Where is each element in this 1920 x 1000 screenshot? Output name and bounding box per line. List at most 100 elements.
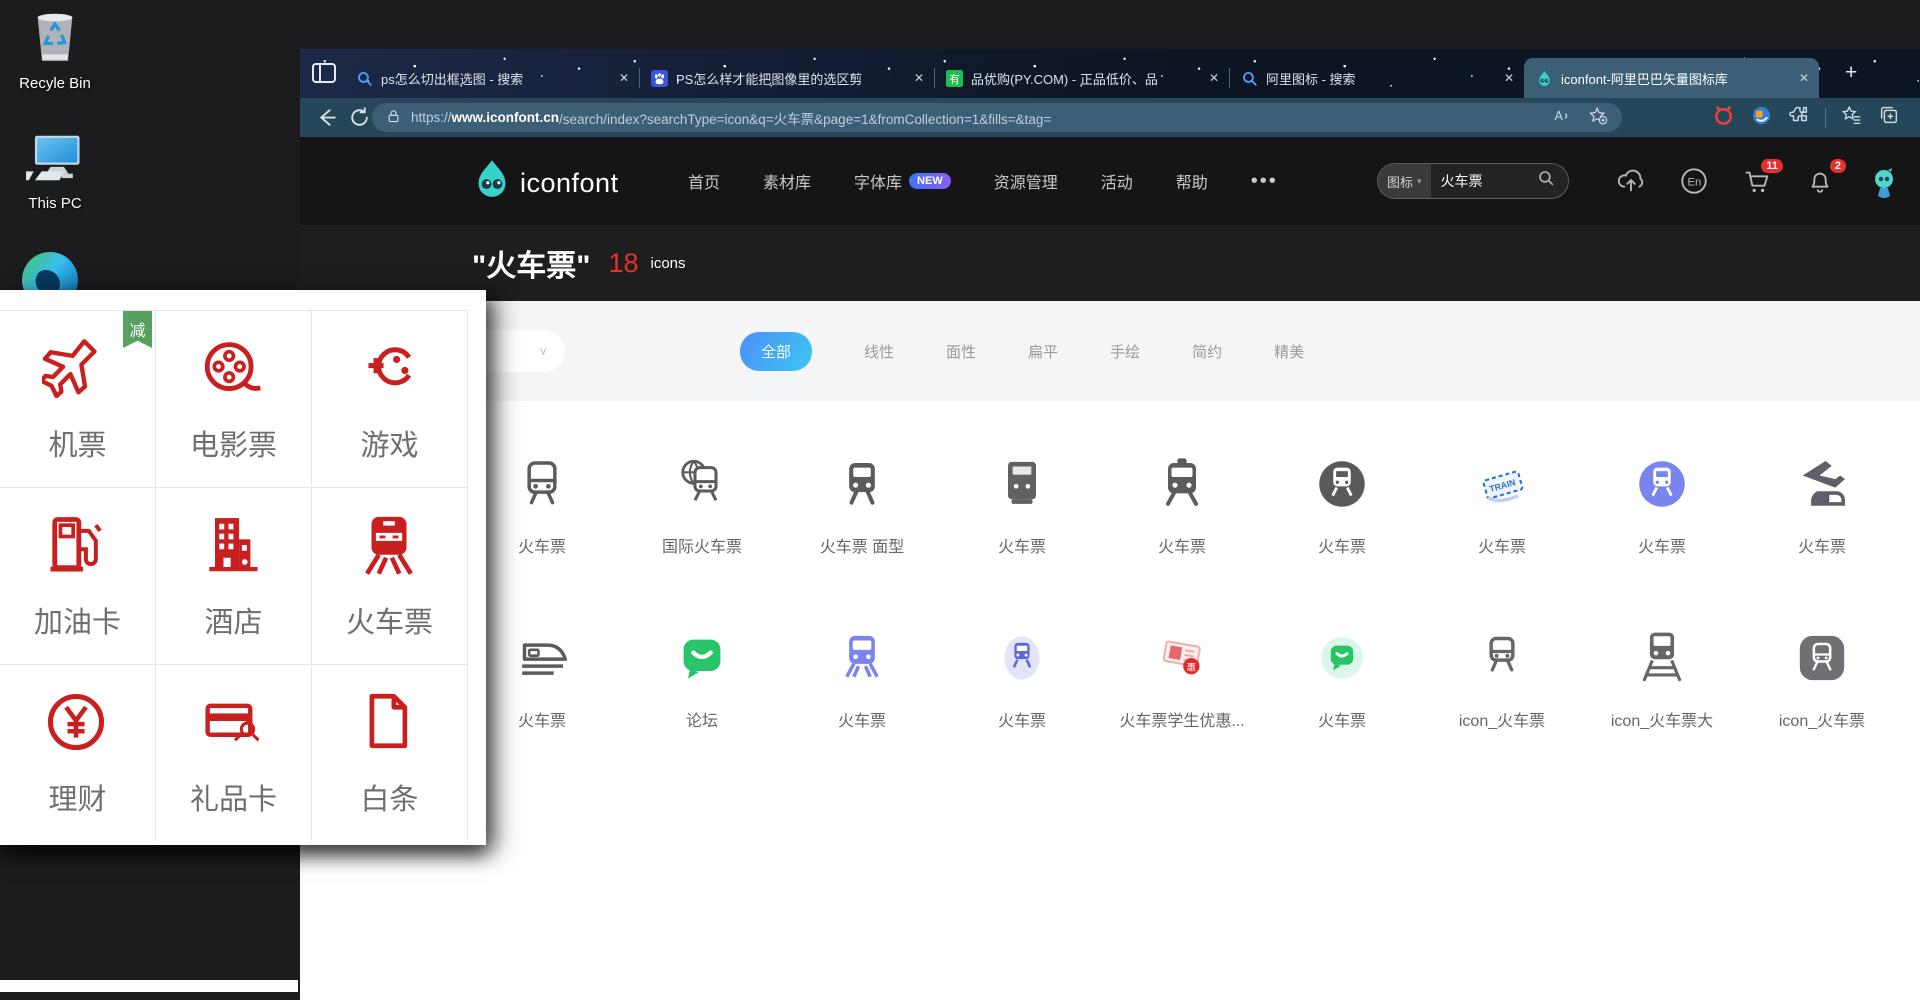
tab-close-icon[interactable]: ✕ (914, 71, 924, 85)
overlay-cell-4[interactable]: 酒店 (156, 487, 312, 664)
overlay-cell-7[interactable]: 礼品卡 (156, 664, 312, 841)
back-icon[interactable] (314, 105, 339, 130)
nav-item-2[interactable]: 字体库NEW (854, 169, 951, 193)
search-category-dropdown[interactable]: 图标 ▾ (1378, 164, 1431, 198)
refresh-icon[interactable] (347, 105, 372, 130)
language-icon[interactable]: En (1679, 166, 1709, 196)
svg-text:En: En (1687, 177, 1701, 189)
tab-close-icon[interactable]: ✕ (1209, 71, 1219, 85)
overlay-cell-5[interactable]: 火车票 (312, 487, 468, 664)
favorites-bar-icon[interactable] (1841, 104, 1863, 131)
icon-result[interactable]: TRAIN火车票 (1422, 409, 1582, 583)
overlay-cell-1[interactable]: 电影票 (156, 310, 312, 487)
nav-item-3[interactable]: 资源管理 (994, 169, 1058, 193)
style-filter-2[interactable]: 面性 (946, 341, 976, 362)
logo-wordmark: iconfont (520, 168, 619, 199)
nav-item-0[interactable]: 首页 (688, 169, 720, 193)
tab-actions-menu-icon[interactable] (312, 63, 336, 83)
icon-result[interactable]: 火车票 面型 (782, 409, 942, 583)
icon-result-label: 火车票学生优惠... (1119, 707, 1244, 731)
header-search[interactable]: 图标 ▾ 火车票 (1377, 163, 1569, 199)
browser-tab-0[interactable]: ps怎么切出框选图 - 搜索✕ (344, 58, 639, 98)
nav-more-icon[interactable]: ••• (1251, 170, 1278, 193)
overlay-cell-0[interactable]: 机票减 (0, 310, 156, 487)
hst-outline-icon (513, 629, 571, 687)
tab-close-icon[interactable]: ✕ (1799, 71, 1809, 85)
icon-result[interactable]: 火车票 (462, 409, 622, 583)
chevron-down-icon: ˅ (539, 344, 547, 359)
icon-result[interactable]: 火车票 (782, 583, 942, 757)
address-bar[interactable]: https://www.iconfont.cn/search/index?sea… (372, 103, 1622, 132)
style-filter-6[interactable]: 精美 (1274, 341, 1304, 362)
toolbar-divider (1825, 108, 1826, 128)
extension-blue-icon[interactable] (1750, 104, 1773, 132)
extensions-puzzle-icon[interactable] (1788, 104, 1810, 131)
lock-icon (386, 109, 401, 127)
search-input[interactable]: 火车票 (1431, 171, 1537, 191)
iconfont-logo[interactable]: iconfont (472, 159, 619, 208)
result-count: 18 (608, 248, 638, 279)
icon-result[interactable]: 火车票 (1742, 409, 1902, 583)
style-filter-1[interactable]: 线性 (864, 341, 894, 362)
upload-cloud-icon[interactable] (1616, 166, 1646, 196)
nav-item-5[interactable]: 帮助 (1176, 169, 1208, 193)
icon-result[interactable]: 论坛 (622, 583, 782, 757)
icon-result-label: 火车票 (1318, 533, 1366, 557)
icon-result[interactable]: 火车票 (942, 409, 1102, 583)
overlay-cell-6[interactable]: 理财 (0, 664, 156, 841)
icon-result[interactable]: 火车票 (462, 583, 622, 757)
icon-result[interactable]: 火车票 (942, 583, 1102, 757)
result-unit: icons (651, 255, 686, 272)
icon-result[interactable]: icon_火车票 (1742, 583, 1902, 757)
icon-result[interactable]: 国际火车票 (622, 409, 782, 583)
overlay-cell-3[interactable]: 加油卡 (0, 487, 156, 664)
style-filter-4[interactable]: 手绘 (1110, 341, 1140, 362)
train-solid-icon (833, 455, 891, 513)
style-filter-0[interactable]: 全部 (740, 332, 812, 371)
bottom-window-strip (0, 980, 298, 992)
favorites-add-icon[interactable] (1588, 106, 1608, 129)
svg-text:A: A (1555, 109, 1564, 123)
icon-result-label: icon_火车票 (1779, 707, 1865, 731)
overlay-cell-8[interactable]: 白条 (312, 664, 468, 841)
nav-item-4[interactable]: 活动 (1101, 169, 1133, 193)
icon-result-label: 火车票 (1478, 533, 1526, 557)
desktop-icon-this-pc[interactable]: This PC (0, 130, 130, 212)
icon-result[interactable]: 惠火车票学生优惠... (1102, 583, 1262, 757)
icon-result-label: 火车票 (1638, 533, 1686, 557)
desktop-icon-recycle-bin[interactable]: Recyle Bin (0, 8, 130, 92)
header-icons: En 11 2 (1616, 137, 1920, 225)
icon-result[interactable]: 火车票 (1262, 583, 1422, 757)
cart-icon[interactable]: 11 (1742, 166, 1772, 196)
tab-title: 阿里图标 - 搜索 (1266, 69, 1496, 88)
tab-close-icon[interactable]: ✕ (619, 71, 629, 85)
icon-result[interactable]: 火车票 (1102, 409, 1262, 583)
svg-text:有: 有 (949, 72, 960, 85)
tab-close-icon[interactable]: ✕ (1504, 71, 1514, 85)
browser-tab-3[interactable]: 阿里图标 - 搜索 ✕ (1229, 58, 1524, 98)
icon-result[interactable]: icon_火车票大 (1582, 583, 1742, 757)
notifications-bell-icon[interactable]: 2 (1805, 166, 1835, 196)
train-outline-icon (513, 455, 571, 513)
extension-red-icon[interactable] (1712, 104, 1735, 132)
style-filter-3[interactable]: 扁平 (1028, 341, 1058, 362)
new-tab-button[interactable]: + (1845, 63, 1857, 83)
user-avatar[interactable] (1868, 166, 1898, 196)
browser-tab-1[interactable]: PS怎么样才能把图像里的选区剪✕ (639, 58, 934, 98)
icon-result[interactable]: 火车票 (1262, 409, 1422, 583)
browser-tab-2[interactable]: 有品优购(PY.COM) - 正品低价、品✕ (934, 58, 1229, 98)
icon-result[interactable]: 火车票 (1582, 409, 1742, 583)
style-filter-5[interactable]: 简约 (1192, 341, 1222, 362)
train-circle-purple-icon (1633, 455, 1691, 513)
nav-item-label: 素材库 (763, 169, 811, 193)
nav-item-label: 首页 (688, 169, 720, 193)
overlay-cell-2[interactable]: 游戏 (312, 310, 468, 487)
nav-item-1[interactable]: 素材库 (763, 169, 811, 193)
icon-result[interactable]: icon_火车票 (1422, 583, 1582, 757)
search-icon[interactable] (1537, 169, 1568, 193)
read-aloud-icon[interactable]: A (1552, 106, 1572, 129)
plane-train-icon (1793, 455, 1851, 513)
icon-result-label: 火车票 (1318, 707, 1366, 731)
collections-icon[interactable] (1878, 104, 1900, 131)
browser-tab-4[interactable]: iconfont-阿里巴巴矢量图标库✕ (1524, 58, 1819, 98)
